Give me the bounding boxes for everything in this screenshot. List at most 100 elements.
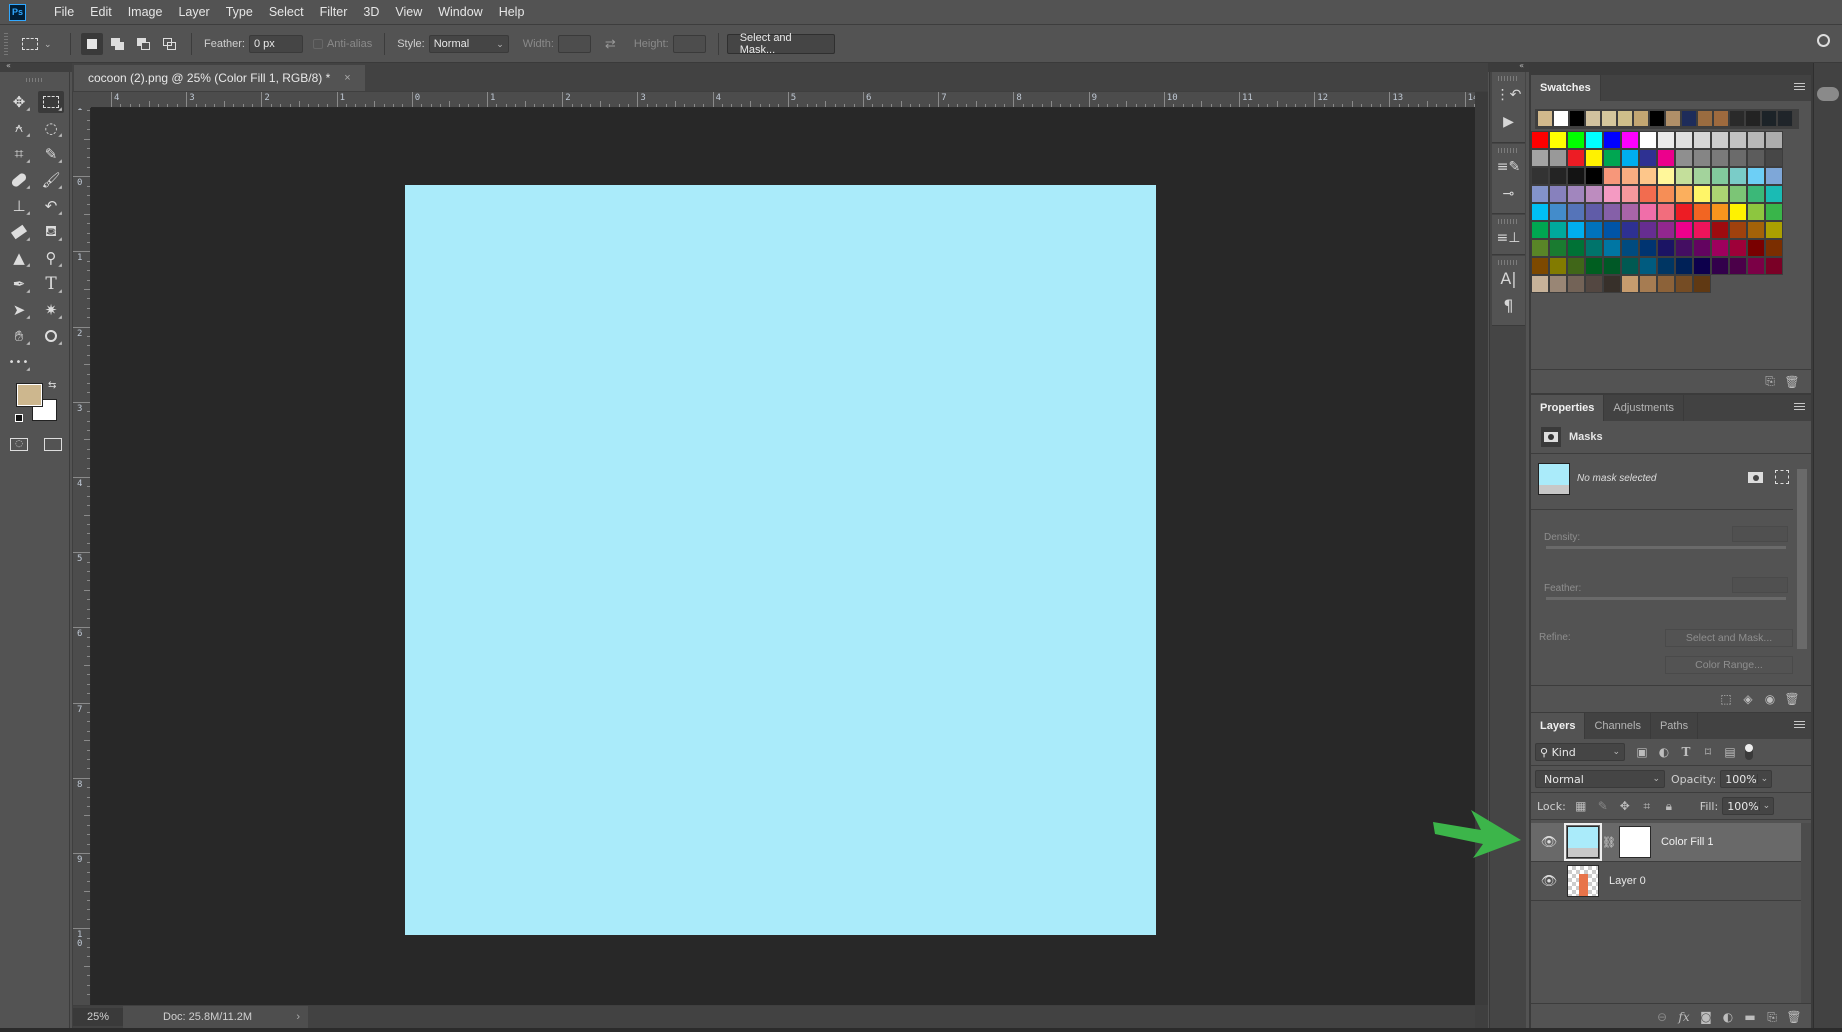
swap-dimensions-icon[interactable]: ⇄ [605, 36, 616, 52]
visibility-eye-icon[interactable]: 👁︎ [1531, 874, 1567, 889]
density-slider[interactable] [1546, 546, 1786, 549]
swatch[interactable] [1603, 275, 1621, 293]
swatch[interactable] [1711, 185, 1729, 203]
layer-mask-thumbnail[interactable] [1618, 826, 1651, 858]
swatch[interactable] [1585, 275, 1603, 293]
density-input[interactable] [1732, 526, 1788, 542]
height-input[interactable] [672, 35, 706, 53]
add-mask-icon[interactable]: ◙ [1695, 1010, 1717, 1024]
panel-menu-icon[interactable] [1794, 403, 1805, 412]
canvas-color-fill[interactable] [405, 185, 1156, 935]
menu-file[interactable]: File [46, 5, 82, 19]
swatch[interactable] [1531, 149, 1549, 167]
swatch[interactable] [1603, 203, 1621, 221]
ruler-origin[interactable] [73, 92, 91, 108]
swatch[interactable] [1567, 167, 1585, 185]
select-and-mask-button[interactable]: Select and Mask... [1665, 629, 1793, 647]
toolbar-grip[interactable] [26, 78, 44, 82]
menu-select[interactable]: Select [261, 5, 312, 19]
swatch[interactable] [1585, 131, 1603, 149]
swatch[interactable] [1639, 185, 1657, 203]
opacity-input[interactable]: 100% ⌄ [1720, 770, 1773, 788]
swatch[interactable] [1621, 275, 1639, 293]
tab-channels[interactable]: Channels [1585, 713, 1651, 739]
tab-layers[interactable]: Layers [1531, 713, 1586, 739]
swatch[interactable] [1531, 239, 1549, 257]
antialias-checkbox[interactable] [312, 39, 323, 49]
swatch[interactable] [1531, 221, 1549, 239]
quick-mask-icon[interactable]: ◌ [10, 438, 28, 451]
swatch[interactable] [1639, 239, 1657, 257]
swatch[interactable] [1657, 275, 1675, 293]
swatch[interactable] [1621, 221, 1639, 239]
pen-tool[interactable]: ✒ [6, 273, 32, 295]
paragraph-icon[interactable]: ¶ [1492, 292, 1525, 319]
swatch[interactable] [1675, 221, 1693, 239]
swatch[interactable] [1711, 239, 1729, 257]
swatch[interactable] [1567, 185, 1585, 203]
recent-swatch[interactable] [1697, 110, 1713, 127]
swatch[interactable] [1693, 221, 1711, 239]
menu-help[interactable]: Help [491, 5, 533, 19]
intersect-selection-button[interactable] [159, 33, 181, 55]
swatch[interactable] [1711, 149, 1729, 167]
recent-swatch[interactable] [1681, 110, 1697, 127]
adjustment-layer-icon[interactable]: ◐ [1717, 1010, 1739, 1024]
doc-info[interactable]: Doc: 25.8M/11.2M › [123, 1006, 308, 1028]
blur-tool[interactable]: ▲ [6, 247, 32, 269]
menu-window[interactable]: Window [430, 5, 490, 19]
menu-image[interactable]: Image [120, 5, 171, 19]
swatch[interactable] [1693, 275, 1711, 293]
trash-icon[interactable]: 🗑︎ [1781, 375, 1803, 389]
close-tab-icon[interactable]: × [344, 72, 350, 84]
recent-swatch[interactable] [1745, 110, 1761, 127]
swatch[interactable] [1747, 131, 1765, 149]
swatch[interactable] [1657, 131, 1675, 149]
foreground-color-swatch[interactable] [16, 383, 43, 407]
swatch[interactable] [1567, 239, 1585, 257]
swatch[interactable] [1567, 131, 1585, 149]
character-icon[interactable]: A| [1492, 265, 1525, 292]
swatch[interactable] [1675, 149, 1693, 167]
swatch[interactable] [1639, 131, 1657, 149]
properties-scrollbar[interactable] [1795, 455, 1809, 685]
brush-settings-icon[interactable]: ≡✎ [1492, 153, 1525, 180]
swatch[interactable] [1675, 257, 1693, 275]
swatch[interactable] [1711, 131, 1729, 149]
trash-icon[interactable]: 🗑︎ [1781, 692, 1803, 706]
hand-tool[interactable]: ✋︎ [6, 325, 32, 347]
visibility-eye-icon[interactable]: 👁︎ [1531, 835, 1567, 850]
swatch[interactable] [1729, 149, 1747, 167]
dodge-tool[interactable]: ⚲ [38, 247, 64, 269]
swatch[interactable] [1693, 239, 1711, 257]
filter-type-icon[interactable]: T [1675, 745, 1697, 759]
swatch[interactable] [1639, 221, 1657, 239]
document-tab[interactable]: cocoon (2).png @ 25% (Color Fill 1, RGB/… [74, 65, 365, 91]
recent-swatch[interactable] [1617, 110, 1633, 127]
layer-0-thumbnail[interactable] [1567, 865, 1599, 897]
recent-swatch[interactable] [1665, 110, 1681, 127]
actions-play-icon[interactable]: ▶ [1492, 108, 1525, 135]
swatch[interactable] [1603, 239, 1621, 257]
edit-toolbar-button[interactable]: ••• [6, 351, 32, 373]
swatch[interactable] [1639, 203, 1657, 221]
new-selection-button[interactable] [81, 33, 103, 55]
swatch[interactable] [1693, 149, 1711, 167]
new-swatch-icon[interactable]: ⎘ [1759, 374, 1781, 389]
clone-stamp-tool[interactable]: ⊥ [6, 195, 32, 217]
swatch[interactable] [1657, 257, 1675, 275]
swatch[interactable] [1603, 221, 1621, 239]
horizontal-ruler[interactable]: 432101234567891011121314 [91, 92, 1475, 108]
swatch[interactable] [1711, 167, 1729, 185]
recent-swatch[interactable] [1601, 110, 1617, 127]
swatch[interactable] [1603, 257, 1621, 275]
zoom-level-field[interactable]: 25% [73, 1008, 123, 1026]
lock-image-pixels-icon[interactable]: ✎ [1592, 799, 1614, 813]
swatch[interactable] [1711, 221, 1729, 239]
swatch[interactable] [1747, 149, 1765, 167]
group-folder-icon[interactable]: ▬ [1739, 1010, 1761, 1024]
type-tool[interactable]: T [38, 273, 64, 295]
zoom-tool[interactable] [38, 325, 64, 347]
swatch[interactable] [1621, 131, 1639, 149]
swatch[interactable] [1765, 221, 1783, 239]
